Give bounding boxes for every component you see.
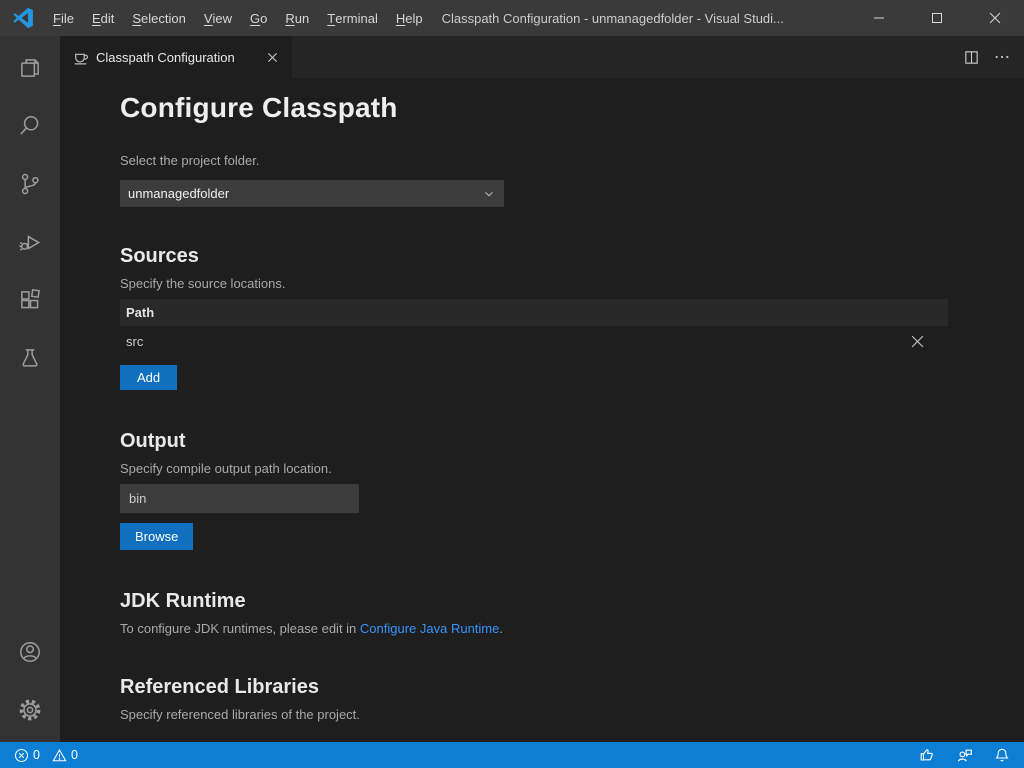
window-title: Classpath Configuration - unmanagedfolde… — [442, 11, 784, 26]
jdk-runtime-text: To configure JDK runtimes, please edit i… — [120, 621, 948, 636]
problems-status[interactable]: 0 0 — [10, 742, 82, 768]
tab-close-icon[interactable] — [262, 47, 282, 67]
vscode-logo-icon — [12, 7, 34, 29]
search-icon[interactable] — [0, 100, 60, 152]
testing-icon[interactable] — [0, 332, 60, 384]
source-path-cell: src — [126, 334, 906, 349]
output-description: Specify compile output path location. — [120, 461, 948, 476]
table-row[interactable]: src — [120, 326, 948, 356]
java-cup-icon — [72, 49, 89, 66]
activity-bar — [0, 36, 60, 742]
tab-classpath-configuration[interactable]: Classpath Configuration — [60, 36, 292, 78]
maximize-button[interactable] — [908, 0, 966, 36]
page-title: Configure Classpath — [120, 92, 948, 124]
project-folder-selected-value: unmanagedfolder — [128, 186, 482, 201]
chevron-down-icon — [482, 187, 496, 201]
menu-run[interactable]: Run — [276, 5, 318, 31]
jdk-text-before: To configure JDK runtimes, please edit i… — [120, 621, 360, 636]
menu-bar: File Edit Selection View Go Run Terminal… — [44, 0, 432, 36]
errors-icon — [14, 748, 29, 763]
menu-help[interactable]: Help — [387, 5, 432, 31]
tab-label: Classpath Configuration — [96, 50, 255, 65]
source-control-icon[interactable] — [0, 158, 60, 210]
window-controls — [850, 0, 1024, 36]
settings-gear-icon[interactable] — [0, 684, 60, 736]
errors-count: 0 — [33, 748, 40, 762]
title-bar: File Edit Selection View Go Run Terminal… — [0, 0, 1024, 36]
explorer-icon[interactable] — [0, 42, 60, 94]
project-folder-label: Select the project folder. — [120, 153, 948, 168]
sources-heading: Sources — [120, 245, 948, 268]
menu-selection[interactable]: Selection — [123, 5, 194, 31]
menu-view[interactable]: View — [195, 5, 241, 31]
configure-java-runtime-link[interactable]: Configure Java Runtime — [360, 621, 499, 636]
editor-actions — [963, 36, 1024, 78]
tab-bar: Classpath Configuration — [60, 36, 1024, 78]
jdk-runtime-heading: JDK Runtime — [120, 590, 948, 613]
remove-source-icon[interactable] — [906, 330, 928, 352]
jdk-text-after: . — [499, 621, 503, 636]
menu-go[interactable]: Go — [241, 5, 276, 31]
extensions-icon[interactable] — [0, 274, 60, 326]
notifications-bell-icon[interactable] — [994, 747, 1010, 763]
referenced-libraries-description: Specify referenced libraries of the proj… — [120, 707, 948, 722]
run-and-debug-icon[interactable] — [0, 216, 60, 268]
warnings-count: 0 — [71, 748, 78, 762]
menu-file[interactable]: File — [44, 5, 83, 31]
add-source-button[interactable]: Add — [120, 365, 177, 390]
referenced-libraries-heading: Referenced Libraries — [120, 676, 948, 699]
close-window-button[interactable] — [966, 0, 1024, 36]
output-path-input[interactable] — [120, 484, 359, 513]
browse-button[interactable]: Browse — [120, 523, 193, 550]
minimize-button[interactable] — [850, 0, 908, 36]
project-folder-select[interactable]: unmanagedfolder — [120, 180, 504, 207]
sources-table: Path src — [120, 299, 948, 356]
menu-terminal[interactable]: Terminal — [318, 5, 387, 31]
output-heading: Output — [120, 430, 948, 453]
sources-description: Specify the source locations. — [120, 276, 948, 291]
warnings-icon — [52, 748, 67, 763]
menu-edit[interactable]: Edit — [83, 5, 123, 31]
sources-column-path: Path — [120, 299, 948, 326]
status-bar: 0 0 — [0, 742, 1024, 768]
more-actions-icon[interactable] — [994, 49, 1010, 65]
split-editor-icon[interactable] — [963, 49, 980, 66]
remote-feedback-icon[interactable] — [956, 747, 973, 764]
feedback-thumbs-up-icon[interactable] — [919, 747, 935, 763]
classpath-configuration-view: Configure Classpath Select the project f… — [60, 78, 1024, 742]
accounts-icon[interactable] — [0, 626, 60, 678]
